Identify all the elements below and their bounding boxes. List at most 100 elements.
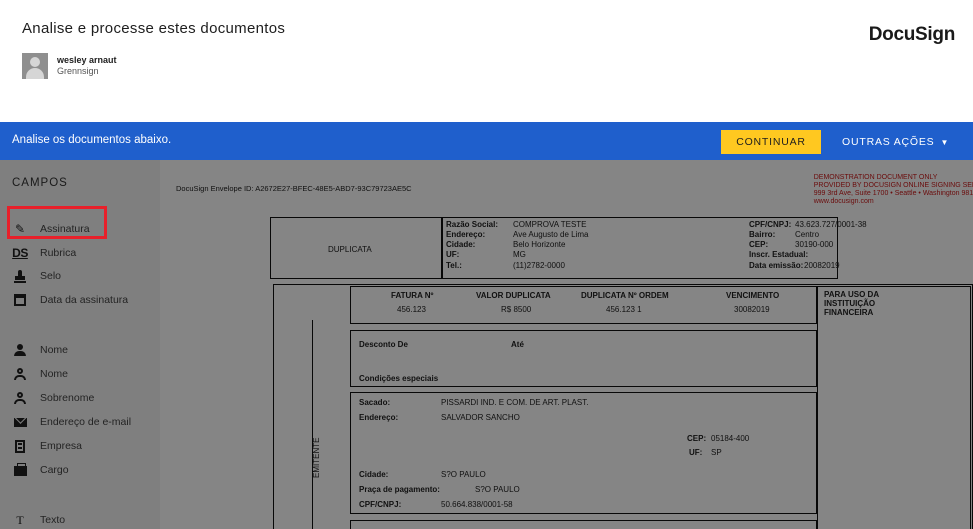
field-text[interactable]: T Texto <box>12 511 65 529</box>
caret-down-icon: ▼ <box>940 138 950 147</box>
sacado-value: PISSARDI IND. E COM. DE ART. PLAST. <box>441 398 589 407</box>
fields-sidebar: CAMPOS ✎ Assinatura DS Rubrica Selo Data… <box>0 160 160 529</box>
field-company[interactable]: Empresa <box>12 437 82 455</box>
vencimento-label: VENCIMENTO <box>726 291 780 300</box>
field-first-name[interactable]: Nome <box>12 365 68 383</box>
cnpj-label: CPF/CNPJ: <box>749 220 792 229</box>
sacado-cnpj-value: 50.664.838/0001-58 <box>441 500 513 509</box>
valor-label: VALOR DUPLICATA <box>476 291 551 300</box>
person-outline-icon <box>12 390 28 406</box>
envelope-id: DocuSign Envelope ID: A2672E27-BFEC-48E5… <box>176 184 412 193</box>
condicoes-label: Condições especiais <box>359 374 439 383</box>
field-label: Selo <box>40 270 62 282</box>
sacado-cnpj-label: CPF/CNPJ: <box>359 500 402 509</box>
vencimento-value: 30082019 <box>734 305 770 314</box>
inscr-label: Inscr. Estadual: <box>749 250 809 259</box>
institution-label: PARA USO DA INSTITUIÇÃO FINANCEIRA <box>824 290 880 317</box>
uf-value: MG <box>513 250 526 259</box>
sacado-uf-label: UF: <box>689 448 703 457</box>
mail-icon <box>12 414 28 430</box>
docusign-logo: DocuSign <box>868 24 956 45</box>
field-label: Nome <box>40 344 69 356</box>
field-label: Nome <box>40 368 69 380</box>
sacado-cep-value: 05184-400 <box>711 434 750 443</box>
briefcase-icon <box>12 462 28 478</box>
sacado-endereco-label: Endereço: <box>359 413 399 422</box>
building-icon <box>12 438 28 454</box>
demo-watermark: DEMONSTRATION DOCUMENT ONLY PROVIDED BY … <box>813 174 973 205</box>
field-label: Assinatura <box>40 223 90 235</box>
emitente-label: EMITENTE <box>312 437 321 478</box>
duplicata-label: DUPLICATA <box>328 245 372 254</box>
field-label: Sobrenome <box>40 392 95 404</box>
avatar <box>22 53 48 79</box>
uf-label: UF: <box>446 250 460 259</box>
other-actions-button[interactable]: OUTRAS AÇÕES ▼ <box>842 130 962 154</box>
emissao-value: 20082019 <box>804 261 840 270</box>
stamp-icon <box>12 268 28 284</box>
field-label: Data da assinatura <box>40 294 129 306</box>
field-label: Empresa <box>40 440 83 452</box>
field-label: Rubrica <box>40 247 77 259</box>
sacado-box: Sacado: PISSARDI IND. E COM. DE ART. PLA… <box>350 392 817 514</box>
field-date-signed[interactable]: Data da assinatura <box>12 291 128 309</box>
sacado-uf-value: SP <box>711 448 722 457</box>
field-title[interactable]: Cargo <box>12 461 69 479</box>
sender-company: Grennsign <box>57 66 99 76</box>
praca-label: Praça de pagamento: <box>359 485 440 494</box>
sender-info: wesley arnaut Grennsign <box>22 53 117 79</box>
discount-box: Desconto De Até Condições especiais <box>350 330 817 387</box>
sacado-label: Sacado: <box>359 398 391 407</box>
person-outline-icon <box>12 366 28 382</box>
razao-label: Razão Social: <box>446 220 499 229</box>
endereco-label: Endereço: <box>446 230 486 239</box>
other-actions-label: OUTRAS AÇÕES <box>842 136 935 148</box>
field-initials[interactable]: DS Rubrica <box>12 244 76 262</box>
sacado-endereco-value: SALVADOR SANCHO <box>441 413 520 422</box>
invoice-header-box: FATURA Nº 456.123 VALOR DUPLICATA R$ 850… <box>350 286 817 324</box>
tel-label: Tel.: <box>446 261 462 270</box>
bairro-value: Centro <box>795 230 820 239</box>
field-stamp[interactable]: Selo <box>12 267 61 285</box>
praca-value: S?O PAULO <box>475 485 520 494</box>
review-message: Analise os documentos abaixo. <box>12 134 172 146</box>
cidade-value: Belo Horizonte <box>513 240 566 249</box>
tel-value: (11)2782-0000 <box>513 261 565 270</box>
sacado-cep-label: CEP: <box>687 434 707 443</box>
fatura-label: FATURA Nº <box>391 291 434 300</box>
field-email[interactable]: Endereço de e-mail <box>12 413 131 431</box>
field-signature[interactable]: ✎ Assinatura <box>12 220 90 238</box>
page-title: Analise e processe estes documentos <box>22 20 286 37</box>
cnpj-value: 43.623.727/0001-38 <box>795 220 867 229</box>
endereco-value: Ave Augusto de Lima <box>513 230 589 239</box>
ate-label: Até <box>511 340 524 349</box>
razao-value: COMPROVA TESTE <box>513 220 587 229</box>
field-name[interactable]: Nome <box>12 341 68 359</box>
institution-box: PARA USO DA INSTITUIÇÃO FINANCEIRA <box>817 286 971 529</box>
field-label: Endereço de e-mail <box>40 416 132 428</box>
duplicata-box: DUPLICATA <box>270 217 442 279</box>
page-header: Analise e processe estes documentos Docu… <box>0 0 973 122</box>
continue-button[interactable]: CONTINUAR <box>721 130 821 154</box>
ds-initials-icon: DS <box>12 246 28 260</box>
field-label: Texto <box>40 514 66 526</box>
document-canvas[interactable]: DocuSign Envelope ID: A2672E27-BFEC-48E5… <box>160 160 973 529</box>
pen-icon: ✎ <box>14 222 26 236</box>
cep-value: 30190-000 <box>795 240 834 249</box>
ordem-value: 456.123 1 <box>606 305 642 314</box>
desconto-label: Desconto De <box>359 340 408 349</box>
emitente-divider <box>312 320 313 529</box>
field-last-name[interactable]: Sobrenome <box>12 389 94 407</box>
cidade-label: Cidade: <box>446 240 476 249</box>
sacado-cidade-label: Cidade: <box>359 470 389 479</box>
bairro-label: Bairro: <box>749 230 776 239</box>
emissao-label: Data emissão: <box>749 261 804 270</box>
calendar-icon <box>12 292 28 308</box>
sender-name: wesley arnaut <box>57 55 117 65</box>
sacado-cidade-value: S?O PAULO <box>441 470 486 479</box>
ordem-label: DUPLICATA Nº ORDEM <box>581 291 669 300</box>
fatura-value: 456.123 <box>397 305 426 314</box>
field-label: Cargo <box>40 464 69 476</box>
valor-value: R$ 8500 <box>501 305 532 314</box>
action-bar: Analise os documentos abaixo. CONTINUAR … <box>0 122 973 160</box>
